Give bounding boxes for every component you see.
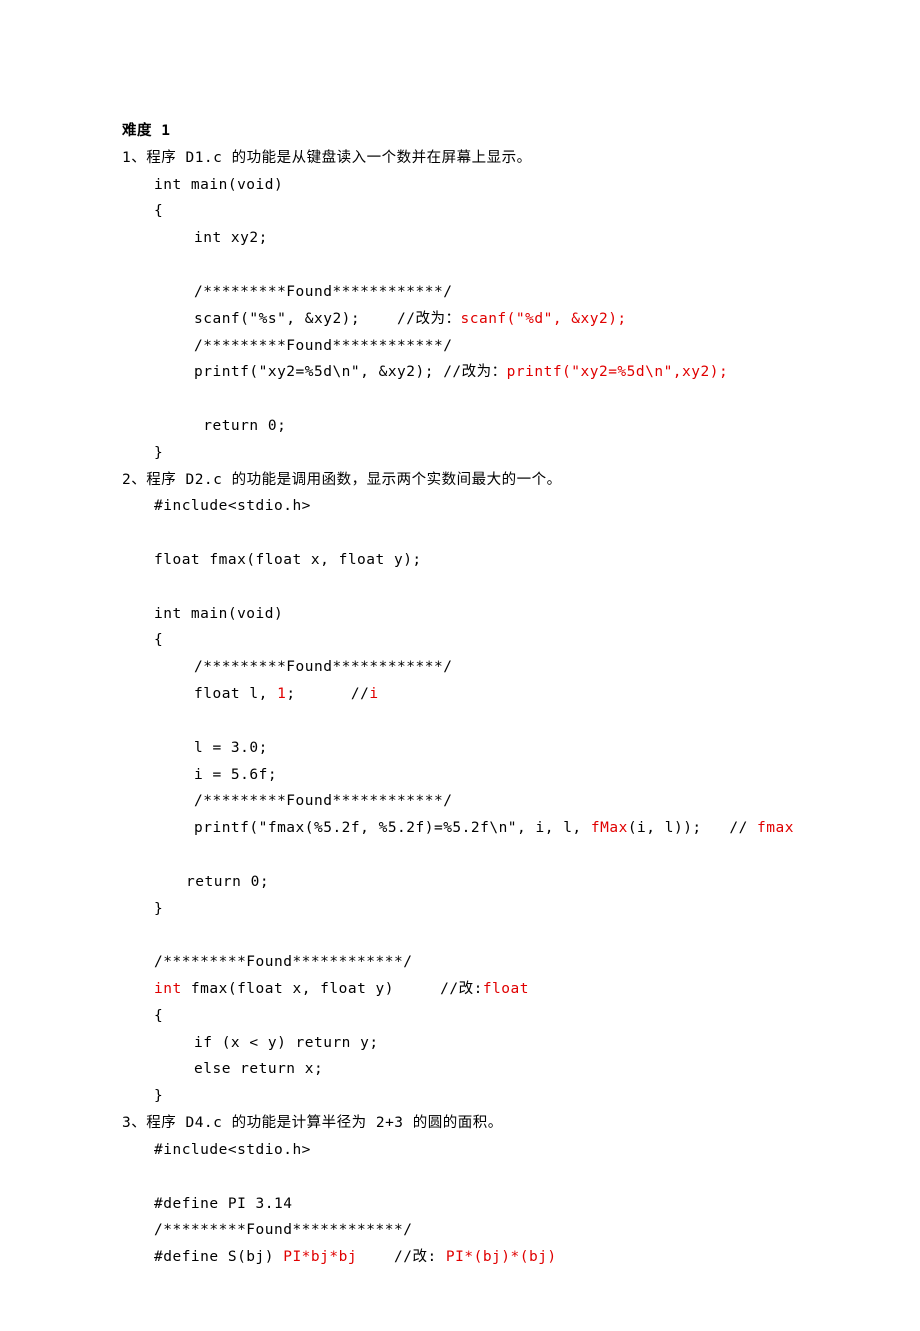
code-line: float l, 1; //i [122,681,920,708]
code-line: scanf("%s", &xy2); //改为：scanf("%d", &xy2… [122,306,920,333]
code-line: int xy2; [122,225,920,252]
code-line: } [122,896,920,923]
found-comment: /*********Found************/ [122,949,920,976]
code-line: i = 5.6f; [122,762,920,789]
section-3: 3、程序 D4.c 的功能是计算半径为 2+3 的圆的面积。 #include<… [122,1110,920,1271]
code-line: int fmax(float x, float y) //改:float [122,976,920,1003]
heading-text: 难度 1 [122,123,170,139]
found-comment: /*********Found************/ [122,1217,920,1244]
code-line: l = 3.0; [122,735,920,762]
code-text: fmax(float x, float y) //改: [182,981,483,997]
found-comment: /*********Found************/ [122,788,920,815]
correction-text: fmax [757,820,794,836]
section1-title: 1、程序 D1.c 的功能是从键盘读入一个数并在屏幕上显示。 [122,145,920,172]
section-1: 1、程序 D1.c 的功能是从键盘读入一个数并在屏幕上显示。 int main(… [122,145,920,467]
code-text: printf("fmax(%5.2f, %5.2f)=%5.2f\n", i, … [194,820,591,836]
code-line: float fmax(float x, float y); [122,547,920,574]
section2-title: 2、程序 D2.c 的功能是调用函数，显示两个实数间最大的一个。 [122,467,920,494]
code-line: int main(void) [122,601,920,628]
found-comment: /*********Found************/ [122,279,920,306]
correction-text: PI*bj*bj [283,1249,357,1265]
code-line: if (x < y) return y; [122,1030,920,1057]
correction-text: float [483,981,529,997]
code-line: int main(void) [122,172,920,199]
correction-text: fMax [591,820,628,836]
code-line: return 0; [122,869,920,896]
code-text: scanf("%s", &xy2); //改为： [194,311,461,327]
code-line: else return x; [122,1056,920,1083]
code-text: (i, l)); // [628,820,757,836]
code-line: { [122,627,920,654]
code-line: #include<stdio.h> [122,1137,920,1164]
found-comment: /*********Found************/ [122,333,920,360]
correction-text: int [154,981,182,997]
found-comment: /*********Found************/ [122,654,920,681]
correction-text: PI*(bj)*(bj) [446,1249,557,1265]
code-line: { [122,1003,920,1030]
code-line: return 0; [122,413,920,440]
correction-text: i [369,686,378,702]
correction-text: 1 [277,686,286,702]
code-text: #define S(bj) [154,1249,283,1265]
code-line: } [122,1083,920,1110]
section-2: 2、程序 D2.c 的功能是调用函数，显示两个实数间最大的一个。 #includ… [122,467,920,1111]
code-line: } [122,440,920,467]
code-line: { [122,198,920,225]
correction-text: printf("xy2=%5d\n",xy2); [507,364,729,380]
correction-text: scanf("%d", &xy2); [461,311,627,327]
code-text: float l, [194,686,277,702]
code-line: #define S(bj) PI*bj*bj //改: PI*(bj)*(bj) [122,1244,920,1271]
code-text: printf("xy2=%5d\n", &xy2); //改为： [194,364,507,380]
code-text: //改: [357,1249,446,1265]
code-line: #define PI 3.14 [122,1191,920,1218]
code-line: printf("fmax(%5.2f, %5.2f)=%5.2f\n", i, … [122,815,920,842]
section3-title: 3、程序 D4.c 的功能是计算半径为 2+3 的圆的面积。 [122,1110,920,1137]
code-text: ; // [286,686,369,702]
code-line: printf("xy2=%5d\n", &xy2); //改为：printf("… [122,359,920,386]
code-line: #include<stdio.h> [122,493,920,520]
difficulty-heading: 难度 1 [122,118,920,145]
